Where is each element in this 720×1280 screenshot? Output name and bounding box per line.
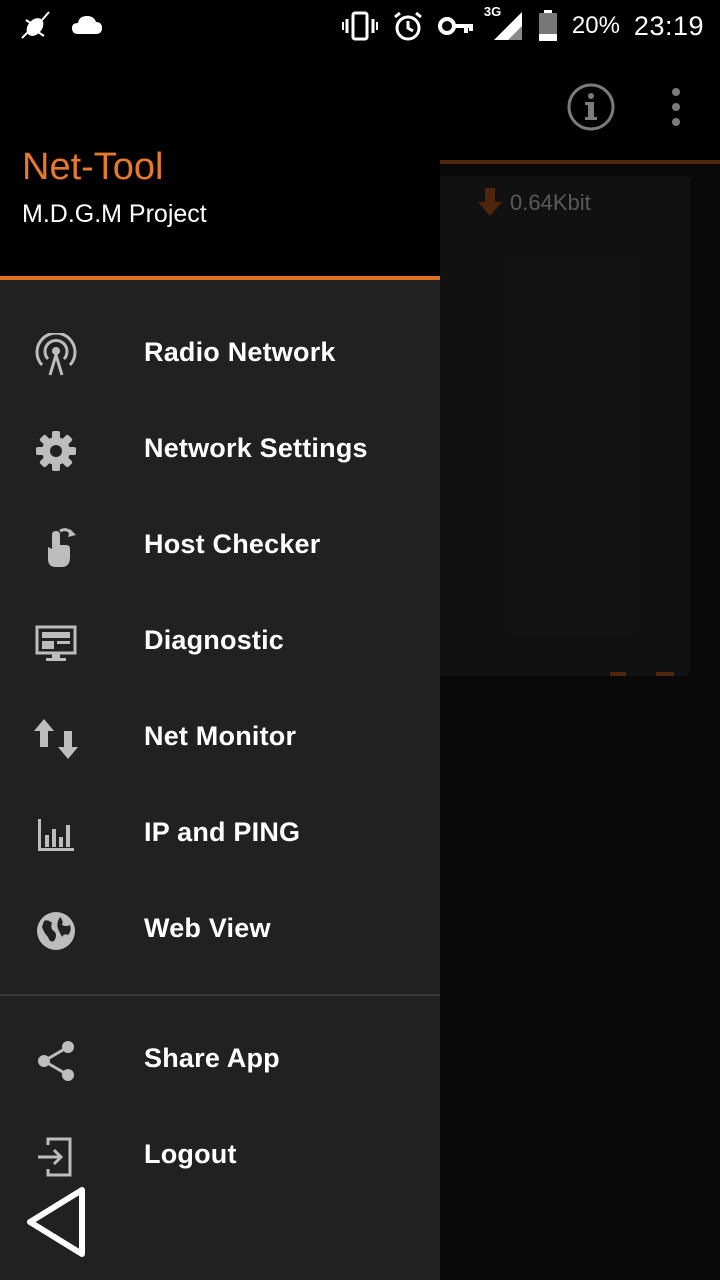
menu-item-label: Host Checker: [144, 529, 321, 559]
drawer-header: Net-Tool M.D.G.M Project: [0, 52, 440, 276]
navigation-drawer: Net-Tool M.D.G.M Project Radio Network N…: [0, 52, 440, 1280]
alarm-icon: [393, 11, 422, 41]
bar-chart-icon: [38, 819, 74, 851]
menu-item-radio-network[interactable]: Radio Network: [0, 307, 440, 403]
bug-icon: [21, 11, 50, 39]
menu-item-label: IP and PING: [144, 817, 301, 847]
menu-item-label: Network Settings: [144, 433, 368, 463]
back-icon[interactable]: [24, 1186, 90, 1258]
menu-item-label: Logout: [144, 1139, 237, 1169]
menu-item-ip-and-ping[interactable]: IP and PING: [0, 787, 440, 883]
radio-tower-icon: [35, 333, 77, 376]
vibrate-icon: [341, 11, 378, 41]
gear-icon: [36, 431, 76, 471]
app-subtitle: M.D.G.M Project: [22, 200, 207, 228]
battery-percent: 20%: [571, 12, 620, 39]
status-bar: 3G 20% 23:19: [0, 0, 720, 52]
app-title: Net-Tool: [22, 146, 164, 188]
drawer-scrim[interactable]: [440, 52, 720, 1280]
menu-item-network-settings[interactable]: Network Settings: [0, 403, 440, 499]
menu-item-net-monitor[interactable]: Net Monitor: [0, 691, 440, 787]
menu-item-host-checker[interactable]: Host Checker: [0, 499, 440, 595]
menu-item-label: Diagnostic: [144, 625, 285, 655]
menu-item-diagnostic[interactable]: Diagnostic: [0, 595, 440, 691]
monitor-icon: [35, 625, 77, 661]
battery-icon: [538, 10, 557, 41]
globe-icon: [37, 912, 75, 950]
clock-time: 23:19: [633, 10, 704, 41]
header-accent-line: [0, 276, 440, 280]
up-down-arrows-icon: [34, 719, 78, 759]
logout-icon: [38, 1137, 72, 1177]
tap-hand-icon: [48, 528, 76, 567]
cloud-icon: [72, 16, 102, 34]
menu-item-label: Radio Network: [144, 337, 336, 367]
vpn-key-icon: [437, 17, 473, 35]
menu-item-label: Share App: [144, 1043, 280, 1073]
menu-item-web-view[interactable]: Web View: [0, 883, 440, 979]
menu-item-label: Net Monitor: [144, 721, 297, 751]
signal-icon: 3G: [484, 4, 524, 42]
share-icon: [38, 1041, 74, 1081]
menu-item-share-app[interactable]: Share App: [0, 1013, 440, 1109]
menu-item-label: Web View: [144, 913, 271, 943]
menu-divider: [0, 994, 440, 996]
